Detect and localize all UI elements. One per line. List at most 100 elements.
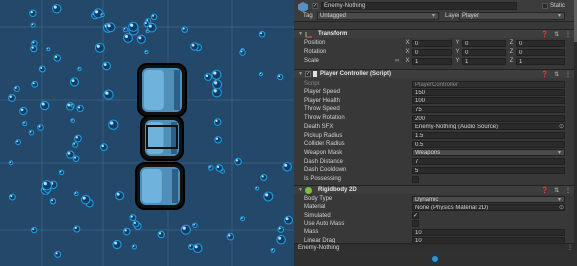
field-checkbox[interactable] [412,220,419,228]
field-input[interactable]: 7 [412,158,565,166]
field-row: Dash Distance 7 [294,158,577,166]
field-input[interactable]: 75 [412,105,565,113]
field-input[interactable]: 5 [412,166,565,174]
tag-label: Tag [303,13,313,19]
scene-canvas[interactable] [0,0,294,266]
layer-dropdown[interactable]: Player [459,12,565,20]
rigidbody-header[interactable]: ▼ Rigidbody 2D ❓ ⇅ ⋮ [294,185,577,194]
axis-y-label: Y [455,58,460,64]
bubble-highlight [205,74,209,78]
bubble-highlight [116,192,120,196]
preview-area [294,251,577,266]
field-dropdown[interactable]: Dynamic [412,195,565,203]
rotation-label: Rotation [304,49,327,55]
blob-top-highlight [144,70,164,110]
field-input[interactable]: 150 [412,88,565,96]
bubble-highlight [110,121,114,125]
bubble [31,80,39,88]
bubble-highlight [82,196,86,200]
bubble [254,186,260,191]
bubble [77,66,82,72]
bubble-highlight [32,41,35,44]
bubble-highlight [158,232,162,235]
tag-dropdown[interactable]: Untagged [317,12,439,20]
constrain-link-icon[interactable]: ∞ [395,58,399,64]
object-picker-icon[interactable]: ⊙ [559,204,564,211]
bubble [284,215,293,225]
bubble-highlight [73,142,76,145]
bubble [270,248,276,253]
bubble [215,164,224,172]
scale-y-field[interactable]: 1 [462,57,506,65]
object-header: ✓ Enemy-Nothing Static Tag Untagged Laye… [294,0,577,22]
preview-bar[interactable]: Enemy-Nothing ⋮ [294,243,577,251]
bubble-highlight [278,236,282,240]
bubble [213,118,222,126]
object-picker-icon[interactable]: ⊙ [559,123,564,130]
component-tools-icon[interactable]: ❓ ⇅ ⋮ [541,31,573,38]
position-y-field[interactable]: 0 [462,39,506,47]
bubble-highlight [278,227,281,230]
component-tools-icon[interactable]: ❓ ⇅ ⋮ [541,71,573,78]
rotation-z-field[interactable]: 0 [516,48,565,56]
active-checkbox[interactable]: ✓ [312,3,318,9]
foldout-arrow-icon[interactable]: ▼ [298,31,303,37]
field-checkbox[interactable]: ✓ [412,212,419,220]
field-row: Weapon Mask Weapons [294,149,577,157]
field-input[interactable]: 200 [412,114,565,122]
bubble [212,79,223,90]
field-input[interactable]: 0.5 [412,140,565,148]
field-input[interactable]: 1.5 [412,132,565,139]
bubble [204,73,213,82]
blob-bottom-shade [172,169,178,203]
component-tools-icon[interactable]: ❓ ⇅ ⋮ [541,187,573,194]
rotation-y-field[interactable]: 0 [462,48,506,56]
field-label: Is Possessing [304,176,342,182]
script-field[interactable]: PlayerController [412,80,565,88]
object-field[interactable]: None (Physics Material 2D) [412,203,565,211]
field-checkbox[interactable] [412,175,419,183]
bubble-highlight [9,95,12,98]
foldout-arrow-icon[interactable]: ▼ [298,187,303,193]
bubble-highlight [94,10,99,14]
bubble-highlight [38,125,41,128]
bubble-highlight [285,217,289,221]
axis-x-label: X [405,40,410,46]
scene-view[interactable] [0,0,294,266]
component-enabled-checkbox[interactable]: ✓ [305,71,311,77]
field-input[interactable]: 100 [412,97,565,105]
bubble-highlight [43,182,47,186]
scale-x-field[interactable]: 1 [412,57,452,65]
bubble-highlight [189,245,192,247]
bubble-highlight [123,28,126,30]
bubble-highlight [215,119,218,123]
bubble-highlight [241,217,243,219]
position-z-field[interactable]: 0 [516,39,565,47]
bubble [8,94,16,102]
field-label: Dash Cooldown [304,167,347,174]
field-row: Pickup Radius 1.5 [294,132,577,140]
bubble [192,222,198,229]
object-field[interactable]: Enemy-Nothing (Audio Source) [412,123,565,131]
rotation-x-field[interactable]: 0 [412,48,452,56]
bubble [94,42,105,53]
field-label: Pickup Radius [304,132,343,139]
foldout-arrow-icon[interactable]: ▼ [298,71,303,77]
field-label: Material [304,204,326,211]
bubble-highlight [47,48,49,50]
bubble-highlight [193,223,195,226]
field-row: Body Type Dynamic [294,195,577,203]
field-dropdown[interactable]: Weapons [412,149,565,157]
bubble [276,234,286,245]
object-name-field[interactable]: Enemy-Nothing [321,2,517,10]
field-input[interactable]: 10 [412,228,565,236]
bubble-highlight [32,228,35,231]
bubble-highlight [138,36,142,40]
static-checkbox[interactable] [542,3,548,9]
bubble [70,118,76,123]
bubble [258,30,266,38]
transform-header[interactable]: ▼ Transform ❓ ⇅ ⋮ [294,29,577,38]
position-x-field[interactable]: 0 [412,39,452,47]
player-controller-header[interactable]: ▼ ✓ Player Controller (Script) ❓ ⇅ ⋮ [294,69,577,78]
scale-z-field[interactable]: 1 [516,57,565,65]
